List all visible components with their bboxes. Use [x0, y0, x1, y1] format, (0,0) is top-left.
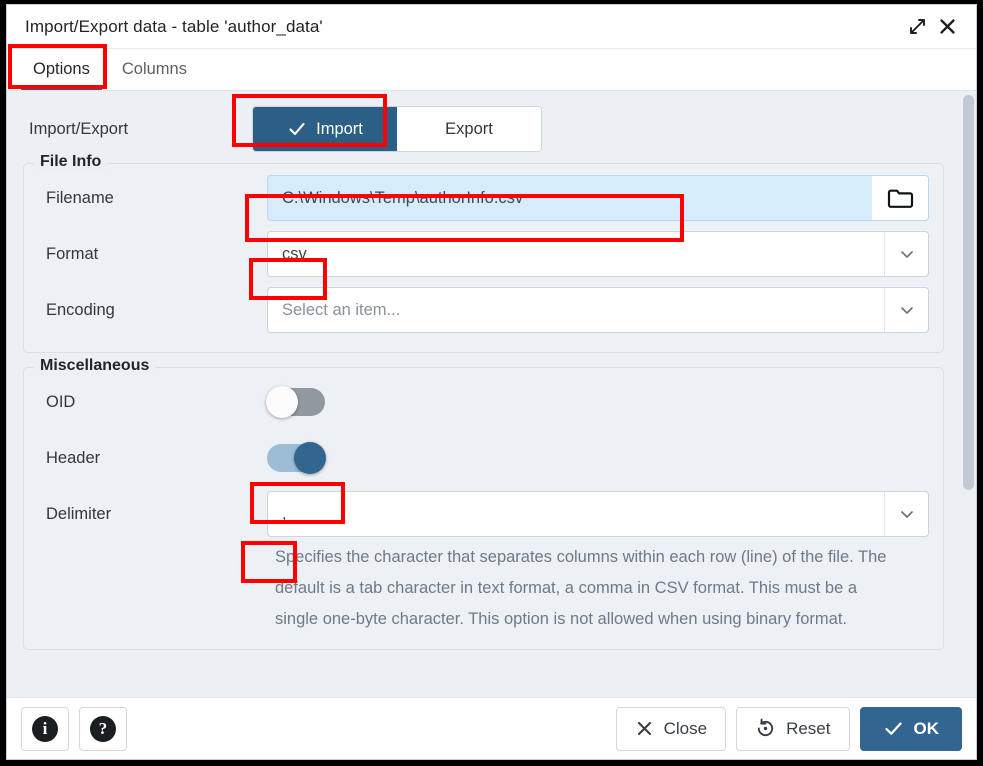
close-button-label: Close [663, 718, 708, 738]
reset-button[interactable]: Reset [736, 706, 850, 751]
info-icon: i [32, 715, 58, 742]
tab-columns-label: Columns [121, 60, 187, 78]
chevron-down-icon[interactable] [884, 492, 928, 536]
dialog-titlebar: Import/Export data - table 'author_data' [7, 5, 976, 49]
scrollbar-thumb[interactable] [962, 95, 974, 490]
options-scroll-area: Import/Export Import Export File Info Fi… [7, 91, 960, 697]
screenshot-canvas: Import/Export data - table 'author_data'… [0, 0, 983, 766]
filename-label: Filename [46, 188, 114, 207]
delimiter-control: , [267, 491, 929, 537]
expand-diagonal-icon[interactable] [902, 12, 932, 42]
format-label: Format [46, 244, 99, 263]
oid-label: OID [46, 392, 76, 411]
encoding-control: Select an item... [267, 287, 929, 333]
scrollbar-track[interactable] [962, 95, 974, 693]
oid-toggle[interactable] [266, 386, 325, 418]
format-value: csv [282, 244, 307, 263]
encoding-label: Encoding [46, 300, 115, 319]
delimiter-row: Delimiter , [38, 486, 929, 542]
dialog-footer: i ? Close Reset OK [7, 697, 976, 759]
check-icon [884, 722, 902, 735]
close-button[interactable]: Close [615, 706, 727, 751]
ok-button[interactable]: OK [859, 706, 962, 751]
info-button[interactable]: i [21, 706, 69, 751]
file-info-legend: File Info [34, 153, 108, 171]
encoding-placeholder: Select an item... [282, 300, 401, 319]
import-export-control: Import Export [252, 106, 944, 152]
filename-control: C:\Windows\Temp\authorInfo.csv [267, 175, 929, 221]
format-row: Format csv [38, 226, 929, 282]
reset-icon [757, 718, 774, 737]
header-toggle-knob [294, 442, 326, 474]
close-icon[interactable] [932, 12, 962, 42]
delimiter-help-text: Specifies the character that separates c… [275, 548, 887, 628]
filename-row: Filename C:\Windows\Temp\authorInfo.csv [38, 170, 929, 226]
import-export-row: Import/Export Import Export [23, 101, 944, 157]
check-icon [289, 122, 305, 136]
ok-button-label: OK [913, 718, 940, 738]
tab-bar: Options Columns [7, 49, 976, 91]
delimiter-label: Delimiter [46, 504, 112, 523]
options-scrollbar[interactable] [960, 91, 976, 697]
miscellaneous-legend: Miscellaneous [34, 357, 156, 375]
delimiter-select[interactable]: , [267, 491, 929, 537]
tab-options[interactable]: Options [17, 49, 106, 90]
chevron-down-icon[interactable] [884, 232, 928, 276]
reset-button-label: Reset [786, 718, 831, 738]
import-button-label: Import [316, 119, 363, 138]
import-export-label: Import/Export [29, 119, 129, 138]
import-button[interactable]: Import [253, 107, 397, 151]
folder-icon[interactable] [872, 176, 928, 220]
import-export-segmented: Import Export [252, 106, 542, 152]
delimiter-value: , [282, 504, 287, 523]
file-info-section: File Info Filename C:\Windows\Temp\autho… [23, 153, 944, 353]
format-select[interactable]: csv [267, 231, 929, 277]
import-export-dialog: Import/Export data - table 'author_data'… [6, 4, 977, 760]
oid-control [266, 386, 929, 418]
tab-columns[interactable]: Columns [106, 49, 203, 90]
header-toggle[interactable] [267, 442, 326, 474]
header-control [267, 442, 929, 474]
filename-value: C:\Windows\Temp\authorInfo.csv [282, 188, 524, 207]
filename-field[interactable]: C:\Windows\Temp\authorInfo.csv [267, 175, 929, 221]
help-button[interactable]: ? [79, 706, 127, 751]
export-button[interactable]: Export [397, 107, 541, 151]
oid-row: OID [38, 374, 929, 430]
header-label: Header [46, 448, 101, 467]
format-control: csv [267, 231, 929, 277]
header-row: Header [38, 430, 929, 486]
tab-options-label: Options [33, 60, 90, 78]
question-icon: ? [90, 715, 116, 742]
dialog-title: Import/Export data - table 'author_data' [25, 16, 323, 36]
encoding-select[interactable]: Select an item... [267, 287, 929, 333]
close-icon [637, 721, 651, 736]
dialog-body: Import/Export Import Export File Info Fi… [7, 91, 976, 697]
export-button-label: Export [445, 119, 493, 138]
chevron-down-icon[interactable] [884, 288, 928, 332]
oid-toggle-knob [266, 386, 298, 418]
encoding-row: Encoding Select an item... [38, 282, 929, 338]
miscellaneous-section: Miscellaneous OID Header Delimiter , Spe… [23, 357, 944, 650]
